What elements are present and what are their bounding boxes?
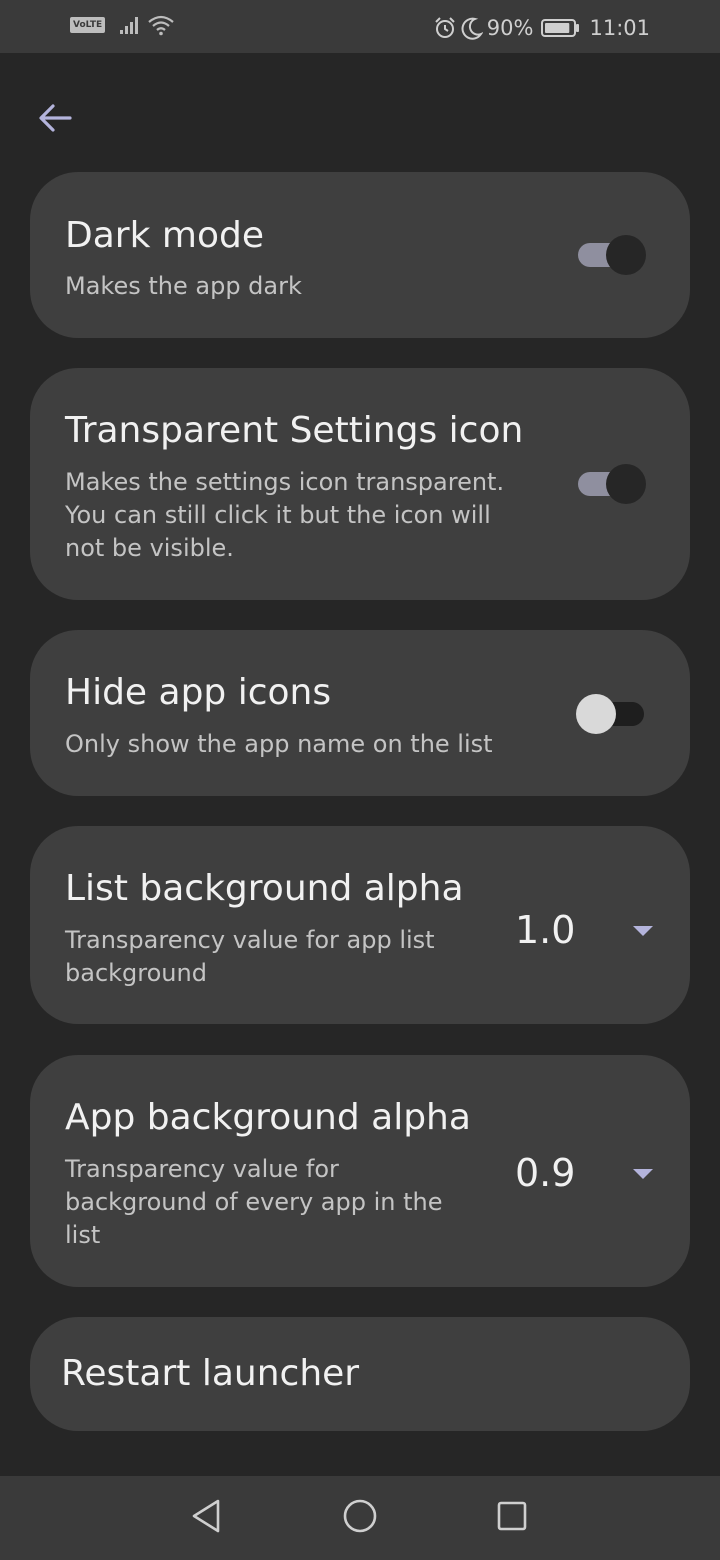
hide-icons-toggle[interactable] [576,694,646,734]
setting-title: Transparent Settings icon [65,410,524,451]
restart-launcher-label: Restart launcher [61,1353,360,1394]
setting-subtitle: Makes the settings icon transparent. You… [65,468,505,562]
setting-card-list-alpha[interactable]: List background alpha Transparency value… [30,826,690,1024]
toggle-thumb [576,694,616,734]
arrow-back-icon [38,103,72,133]
circle-home-icon [342,1498,378,1538]
square-recents-icon [495,1499,529,1537]
setting-card-dark-mode[interactable]: Dark mode Makes the app dark [30,172,690,338]
caret-down-icon [632,922,654,941]
transparent-icon-toggle[interactable] [576,464,646,504]
setting-subtitle: Makes the app dark [65,272,302,300]
setting-card-transparent-icon[interactable]: Transparent Settings icon Makes the sett… [30,368,690,600]
caret-down-icon [632,1165,654,1184]
signal-icon [119,15,141,35]
setting-subtitle: Only show the app name on the list [65,730,493,758]
setting-title: App background alpha [65,1097,471,1138]
battery-icon [541,18,581,38]
restart-launcher-button[interactable]: Restart launcher [30,1317,690,1431]
toggle-thumb [606,464,646,504]
status-bar: VoLTE 90% 11:01 [0,0,720,53]
triangle-back-icon [189,1498,223,1538]
status-right: 90% 11:01 [433,14,650,42]
app-alpha-dropdown[interactable]: 0.9 [500,1141,670,1201]
status-left: VoLTE [70,14,175,36]
setting-subtitle: Transparency value for app list backgrou… [65,926,435,987]
wifi-icon [147,14,175,36]
moon-icon [461,16,484,40]
toggle-thumb [606,235,646,275]
dropdown-value: 0.9 [515,1151,576,1195]
setting-title: Dark mode [65,215,264,256]
volte-badge: VoLTE [70,17,106,33]
setting-card-hide-icons[interactable]: Hide app icons Only show the app name on… [30,630,690,796]
dark-mode-toggle[interactable] [576,235,646,275]
nav-recents-button[interactable] [492,1498,532,1538]
nav-home-button[interactable] [340,1498,380,1538]
battery-percent: 90% [486,16,534,40]
nav-back-button[interactable] [186,1498,226,1538]
alarm-icon [433,16,457,40]
back-button[interactable] [30,95,80,141]
list-alpha-dropdown[interactable]: 1.0 [500,898,670,958]
dropdown-value: 1.0 [515,908,576,952]
battery-fill [545,23,570,33]
clock-time: 11:01 [589,16,650,40]
setting-subtitle: Transparency value for background of eve… [65,1155,443,1249]
navigation-bar [0,1476,720,1560]
setting-title: List background alpha [65,868,464,909]
setting-card-app-alpha[interactable]: App background alpha Transparency value … [30,1055,690,1287]
setting-title: Hide app icons [65,672,332,713]
